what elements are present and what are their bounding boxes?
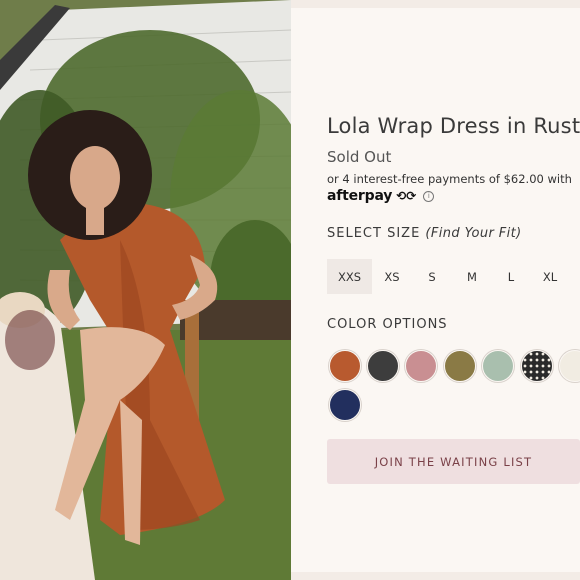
size-option-xs[interactable]: XS [372,259,412,294]
swatch-black-polka-dot[interactable] [521,350,553,382]
bottom-divider [291,572,580,580]
swatch-ivory[interactable] [559,350,580,382]
swatch-charcoal[interactable] [367,350,399,382]
size-option-l[interactable]: L [492,259,530,294]
product-title: Lola Wrap Dress in Rust [327,114,580,138]
swatch-dusty-rose[interactable] [405,350,437,382]
stock-status: Sold Out [327,148,392,166]
swatch-navy[interactable] [329,389,361,421]
swatch-rust[interactable] [329,350,361,382]
swatch-sage[interactable] [482,350,514,382]
size-option-m[interactable]: M [452,259,492,294]
select-size-label: SELECT SIZE [327,226,421,241]
top-divider [291,0,580,8]
color-options-heading: COLOR OPTIONS [327,317,448,332]
swatch-olive[interactable] [444,350,476,382]
size-option-s[interactable]: S [412,259,452,294]
product-details-panel: Lola Wrap Dress in Rust Sold Out or 4 in… [291,0,580,580]
info-icon[interactable]: i [423,190,435,202]
size-option-xl[interactable]: XL [530,259,570,294]
installment-text: or 4 interest-free payments of $62.00 wi… [327,172,572,186]
find-your-fit-link[interactable]: (Find Your Fit) [425,226,521,241]
product-photo [0,0,291,580]
select-size-heading: SELECT SIZE (Find Your Fit) [327,226,522,241]
size-option-xxs[interactable]: XXS [327,259,372,294]
afterpay-badge[interactable]: afterpay ⟲⟳ i [327,188,435,204]
size-selector: XXS XS S M L XL [327,259,570,294]
afterpay-arrows-icon: ⟲⟳ [396,189,417,203]
afterpay-logo: afterpay [327,188,393,204]
join-waitlist-button[interactable]: JOIN THE WAITING LIST [327,439,580,484]
